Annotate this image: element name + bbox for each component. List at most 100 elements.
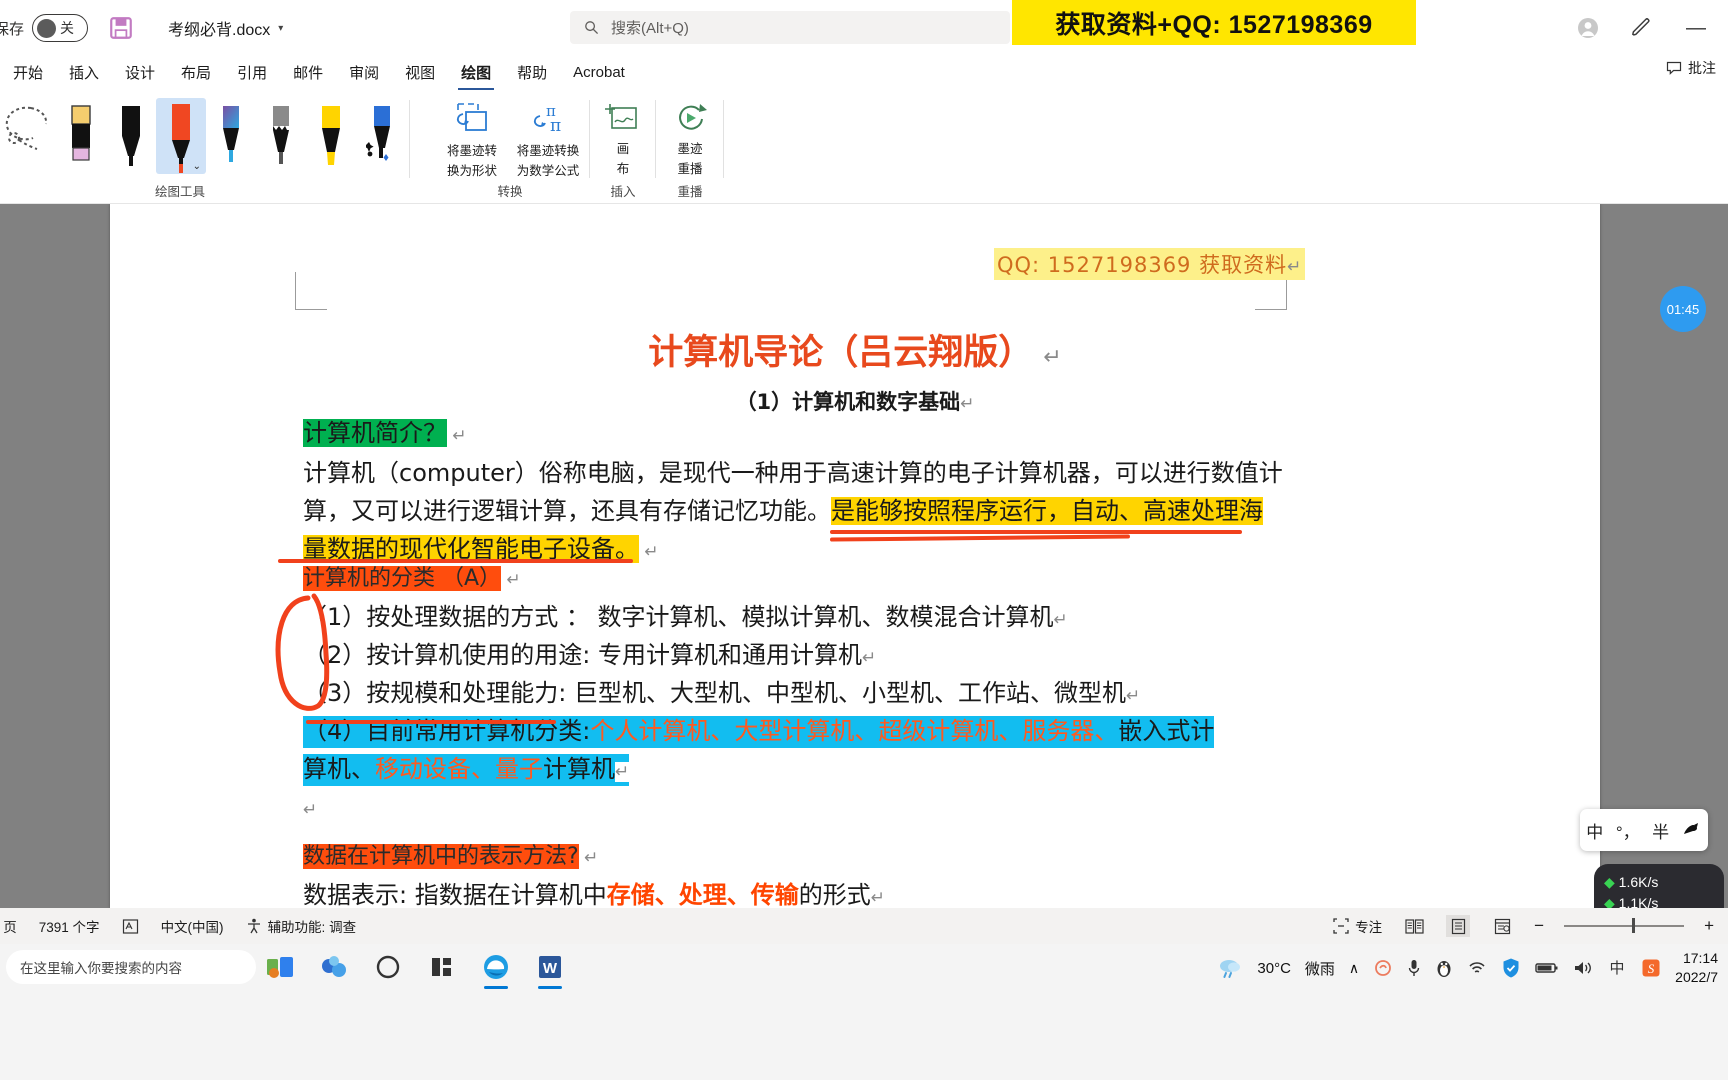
red-pen-tool[interactable]: ⌄ <box>156 98 206 174</box>
zoom-out-button[interactable]: − <box>1534 916 1544 936</box>
ime-more-icon[interactable] <box>1682 821 1702 839</box>
tab-insert[interactable]: 插入 <box>56 58 112 87</box>
word-count[interactable]: 7391 个字 <box>39 916 100 936</box>
ime-status-bar[interactable]: 中 °， 半 <box>1580 809 1708 851</box>
pilcrow-mark: ↵ <box>447 426 467 446</box>
drawing-canvas-button[interactable]: 画 布 <box>590 90 656 177</box>
proofing-icon[interactable] <box>122 918 139 935</box>
weather-temperature[interactable]: 30°C <box>1257 960 1291 977</box>
galaxy-pen-tool[interactable] <box>206 98 256 174</box>
print-layout-button[interactable] <box>1446 915 1471 937</box>
zoom-slider[interactable] <box>1564 918 1685 934</box>
tray-expand-chevron-icon[interactable]: ∧ <box>1349 960 1359 977</box>
tab-start[interactable]: 开始 <box>0 58 56 87</box>
qq-penguin-icon[interactable] <box>1435 958 1453 978</box>
microphone-icon[interactable] <box>1407 958 1421 978</box>
page-indicator[interactable]: 1 页 <box>0 916 17 936</box>
battery-icon[interactable] <box>1535 960 1559 976</box>
editing-pen-icon[interactable] <box>1630 16 1654 40</box>
search-input[interactable]: 搜索(Alt+Q) <box>570 11 1010 44</box>
taskbar-search-input[interactable]: 在这里输入你要搜索的内容 <box>6 950 256 984</box>
read-mode-button[interactable] <box>1402 915 1426 937</box>
autosave-control[interactable]: 保存 关 <box>0 14 134 42</box>
paragraph-3-c: 的形式 <box>798 881 871 908</box>
volume-icon[interactable] <box>1573 959 1593 977</box>
cortana-icon[interactable] <box>370 949 406 985</box>
blue-action-pen-tool[interactable] <box>356 98 406 174</box>
security-shield-icon[interactable] <box>1501 957 1521 979</box>
taskbar-clock[interactable]: 17:14 2022/7 <box>1675 949 1718 987</box>
tab-design[interactable]: 设计 <box>112 58 168 87</box>
account-circle-icon[interactable] <box>1576 16 1600 40</box>
document-canvas[interactable]: QQ: 1527198369 获取资料↵ 计算机导论（吕云翔版） ↵ （1）计算机… <box>0 204 1728 908</box>
drawing-canvas-label-1: 画 <box>616 142 630 156</box>
task-view-icon[interactable] <box>262 949 298 985</box>
paragraph-1-highlight-a: 是能够按照程序运行，自动、高速处理海 <box>831 497 1263 525</box>
autosave-toggle[interactable]: 关 <box>32 14 89 42</box>
print-layout-icon <box>1451 918 1465 934</box>
lasso-select-tool[interactable] <box>0 98 56 174</box>
yellow-highlighter-tool[interactable] <box>306 98 356 174</box>
widgets-weather-icon[interactable] <box>316 949 352 985</box>
group-divider <box>409 100 410 178</box>
ime-punctuation-label[interactable]: °， <box>1616 818 1640 843</box>
sogou-input-icon[interactable]: S <box>1641 958 1661 978</box>
ime-width-label[interactable]: 半 <box>1652 818 1669 843</box>
list-item-4-j: 计算机 <box>543 755 615 783</box>
eraser-tool[interactable] <box>56 98 106 174</box>
floppy-save-icon[interactable] <box>108 15 134 41</box>
gray-pencil-tool[interactable] <box>256 98 306 174</box>
zoom-in-button[interactable]: + <box>1704 916 1714 936</box>
ink-to-math-label-2: 为数学公式 <box>516 163 580 178</box>
tab-acrobat[interactable]: Acrobat <box>560 60 638 85</box>
tab-layout[interactable]: 布局 <box>168 58 224 87</box>
weather-description[interactable]: 微雨 <box>1305 958 1335 979</box>
pilcrow-mark: ↵ <box>870 888 885 908</box>
ime-chinese-icon[interactable]: 中 <box>1607 958 1627 978</box>
pilcrow-mark: ↵ <box>1125 686 1141 706</box>
ink-to-shape-icon <box>456 103 487 131</box>
accessibility-status[interactable]: 辅助功能: 调查 <box>246 916 356 936</box>
focus-mode-label: 专注 <box>1355 920 1383 935</box>
tab-draw[interactable]: 绘图 <box>448 58 504 91</box>
ime-mode-label[interactable]: 中 <box>1586 818 1603 843</box>
tab-references[interactable]: 引用 <box>224 58 280 87</box>
heading-data-representation-text: 数据在计算机中的表示方法? <box>303 844 579 869</box>
clock-date: 2022/7 <box>1675 969 1718 985</box>
document-page[interactable]: QQ: 1527198369 获取资料↵ 计算机导论（吕云翔版） ↵ （1）计算机… <box>110 204 1600 908</box>
tab-review[interactable]: 审阅 <box>336 58 392 87</box>
black-pen-tool[interactable] <box>106 98 156 174</box>
list-item-4-c: 大型计算机、 <box>734 717 879 745</box>
list-item-1-text: （1）按处理数据的方式 ： 数字计算机、模拟计算机、数模混合计算机 <box>303 603 1054 631</box>
adobe-creative-cloud-icon[interactable] <box>1373 958 1393 978</box>
ink-to-shape-button[interactable]: 将墨迹转 换为形状 <box>436 90 508 179</box>
tab-mailings[interactable]: 邮件 <box>280 58 336 87</box>
word-app-icon[interactable]: W <box>532 949 568 989</box>
heading-computer-intro-text: 计算机简介？ <box>303 419 447 447</box>
language-indicator[interactable]: 中文(中国) <box>161 916 224 936</box>
comments-button[interactable]: 批注 <box>1666 58 1716 78</box>
minimize-button[interactable]: — <box>1684 16 1708 40</box>
tab-view[interactable]: 视图 <box>392 58 448 87</box>
header-qq-text: QQ: 1527198369 获取资料 <box>997 253 1288 277</box>
wifi-icon[interactable] <box>1467 959 1487 977</box>
ink-replay-button[interactable]: 墨迹 重播 <box>656 90 724 177</box>
status-bar-right: 专注 − + 110% <box>1333 908 1714 944</box>
document-name-button[interactable]: 考纲必背.docx ▾ <box>168 16 283 40</box>
pilcrow-mark: ↵ <box>861 648 877 668</box>
tab-help[interactable]: 帮助 <box>504 58 560 87</box>
rain-cloud-icon[interactable] <box>1217 956 1243 980</box>
ink-to-math-button[interactable]: π π 将墨迹转换 为数学公式 <box>512 90 584 179</box>
pilcrow-mark: ↵ <box>1053 610 1068 630</box>
chevron-down-icon[interactable]: ⌄ <box>193 161 201 172</box>
windows-taskbar: 在这里输入你要搜索的内容 W 30°C 微雨 ∧ 中 S 17:14 2022/… <box>0 944 1728 1080</box>
zoom-slider-handle[interactable] <box>1632 918 1636 934</box>
web-layout-button[interactable] <box>1490 915 1514 937</box>
list-item-4-g: 算机、 <box>303 755 375 783</box>
list-item-4-i: 量子 <box>495 755 543 783</box>
focus-mode-button[interactable]: 专注 <box>1333 916 1382 936</box>
edge-browser-icon[interactable] <box>478 949 514 989</box>
file-explorer-icon[interactable] <box>424 949 460 985</box>
list-item-2: （2）按计算机使用的用途: 专用计算机和通用计算机↵ <box>303 641 877 670</box>
word-window: 保存 关 考纲必背.docx ▾ 搜索(Alt+Q) 获取资料+QQ: 1527… <box>0 0 1728 1080</box>
